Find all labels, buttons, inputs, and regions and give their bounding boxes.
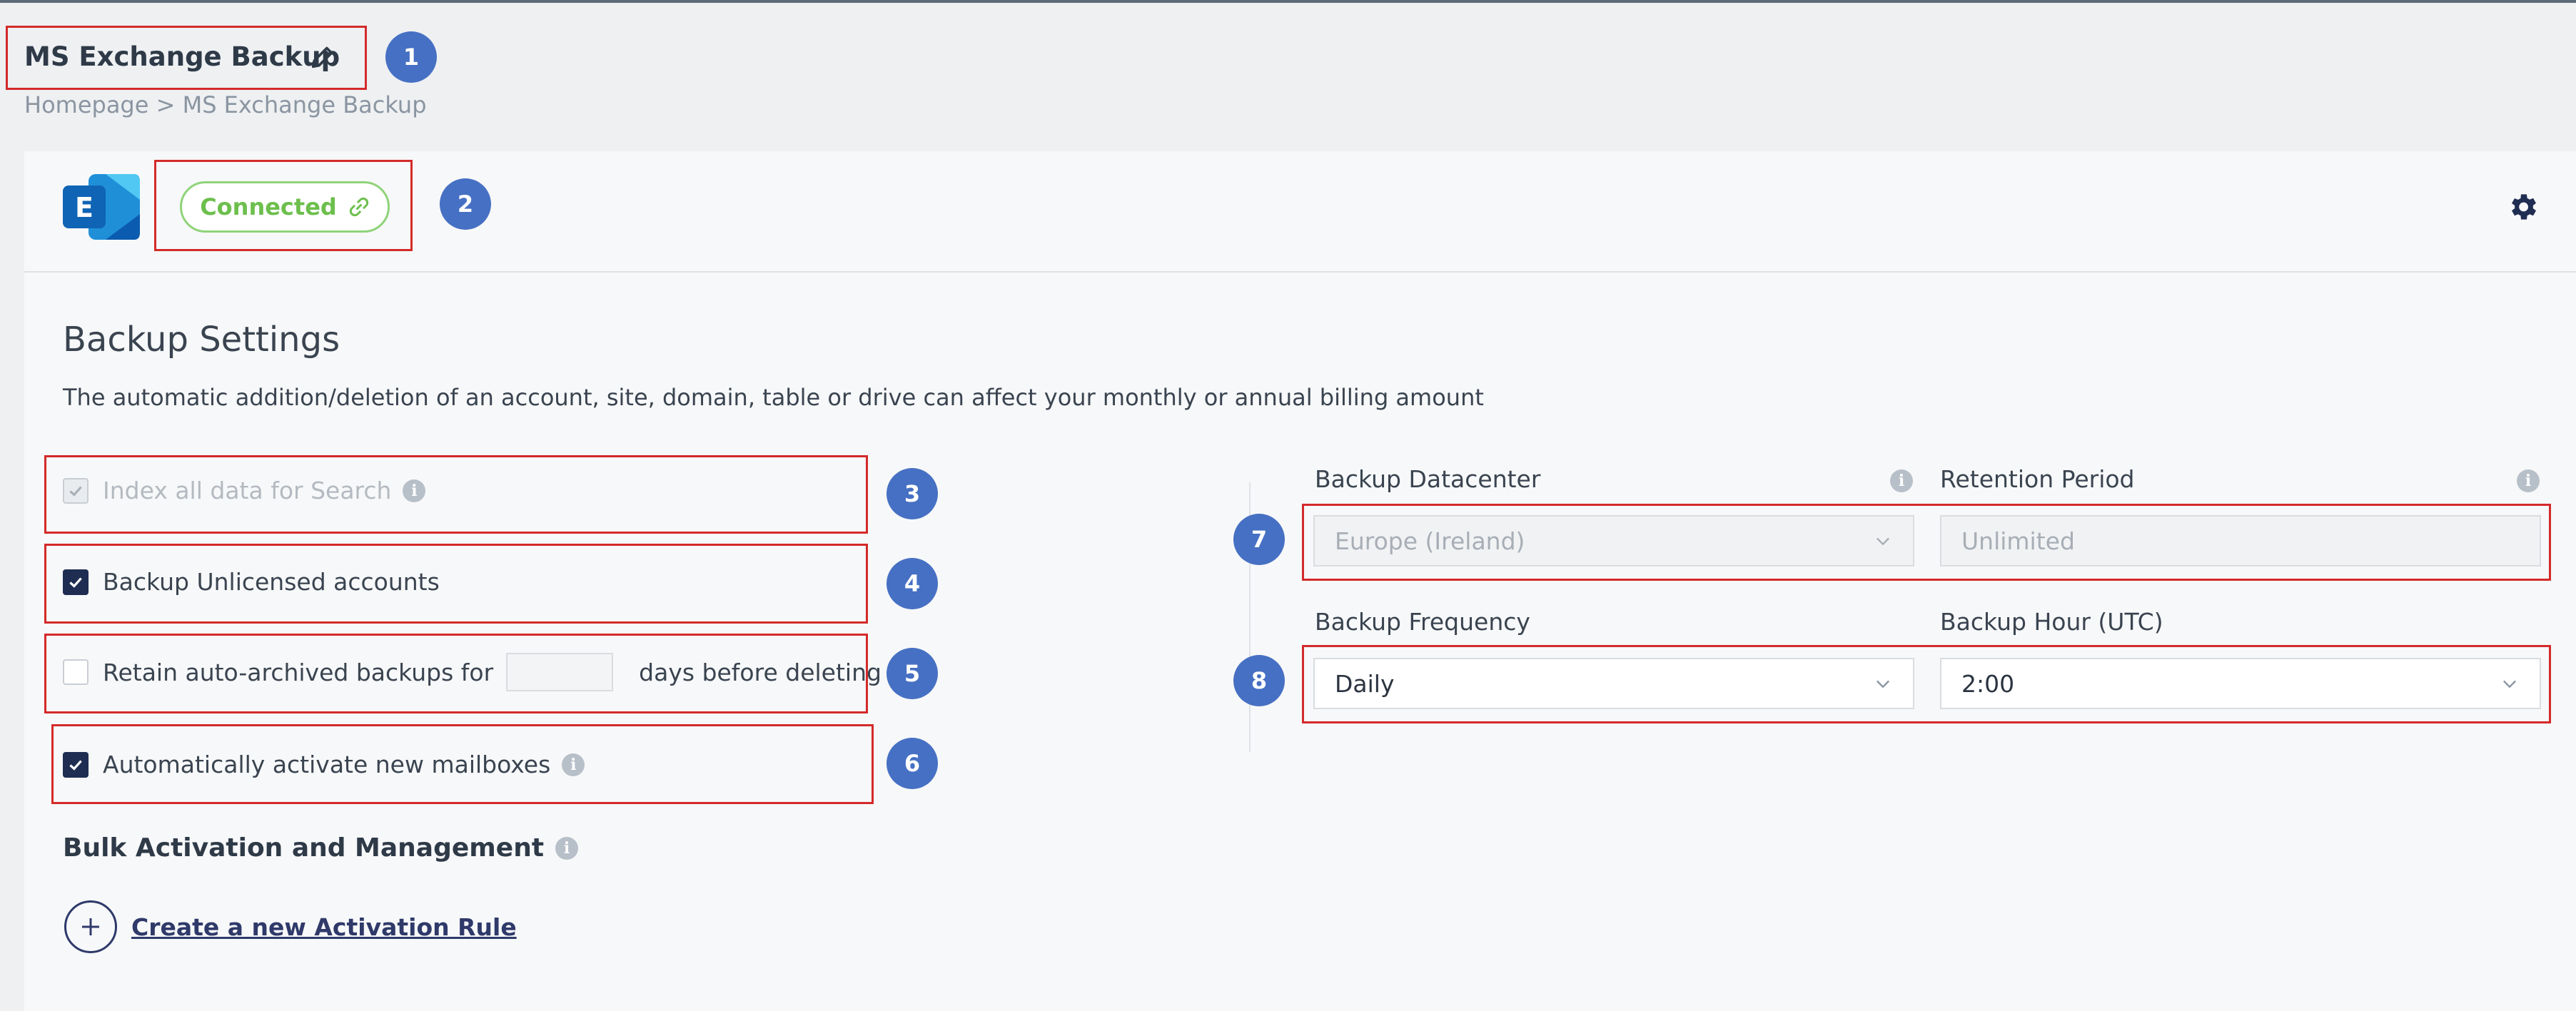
breadcrumb[interactable]: Homepage > MS Exchange Backup [24,91,427,118]
annotation-badge-2: 2 [440,178,491,230]
hour-label: Backup Hour (UTC) [1940,608,2163,636]
annotation-box-1 [6,26,367,90]
gear-icon[interactable] [2505,190,2540,224]
annotation-badge-4: 4 [887,558,938,609]
annotation-badge-1: 1 [385,31,437,83]
bulk-title-label: Bulk Activation and Management [63,833,545,863]
datacenter-label: Backup Datacenter [1315,465,1541,493]
annotation-badge-7: 7 [1233,514,1285,565]
top-rule [0,0,2576,3]
annotation-box-8 [1302,645,2551,723]
exchange-logo: E [63,174,140,240]
create-activation-rule-button[interactable]: Create a new Activation Rule [64,900,517,953]
section-title: Backup Settings [63,320,340,360]
billing-notice: The automatic addition/deletion of an ac… [63,384,1484,411]
frequency-label: Backup Frequency [1315,608,1530,636]
bulk-section-title: Bulk Activation and Management i [63,833,579,863]
annotation-box-7 [1302,504,2551,581]
annotation-box-4 [44,544,868,624]
annotation-badge-3: 3 [887,468,938,519]
annotation-box-2 [154,160,413,251]
svg-text:E: E [75,192,94,223]
annotation-box-6 [51,724,874,804]
card-divider [24,271,2576,273]
page: MS Exchange Backup Homepage > MS Exchang… [0,0,2576,1011]
annotation-box-5 [44,634,868,713]
info-icon[interactable]: i [2517,469,2540,492]
annotation-badge-6: 6 [887,738,938,789]
create-rule-link[interactable]: Create a new Activation Rule [131,913,517,941]
retention-label: Retention Period [1940,465,2135,493]
annotation-badge-5: 5 [887,648,938,699]
info-icon[interactable]: i [555,836,579,860]
plus-icon[interactable] [64,900,117,953]
annotation-badge-8: 8 [1233,655,1285,706]
info-icon[interactable]: i [1890,469,1913,492]
annotation-box-3 [44,455,868,534]
